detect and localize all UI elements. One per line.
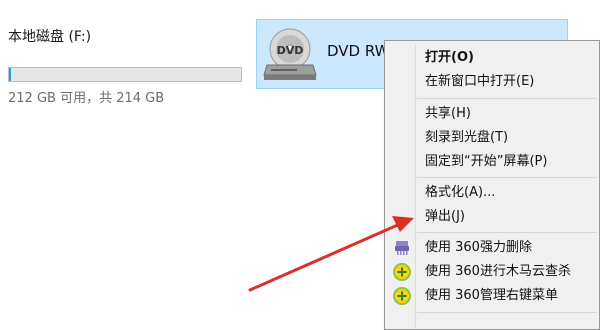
menu-separator (417, 98, 597, 99)
shredder-icon (395, 241, 409, 255)
menu-item-360-trojan-scan[interactable]: 使用 360进行木马云查杀 (387, 261, 599, 283)
menu-item-burn-to-disc[interactable]: 刻录到光盘(T) (387, 127, 599, 149)
menu-item-label: 格式化(A)... (425, 185, 496, 200)
menu-separator (417, 232, 597, 233)
menu-item-label: 使用 360进行木马云查杀 (425, 264, 571, 279)
menu-item-label: 使用 360管理右键菜单 (425, 288, 558, 303)
menu-item-label: 弹出(J) (425, 209, 465, 224)
menu-item-360-force-delete[interactable]: 使用 360强力删除 (387, 237, 599, 259)
menu-item-label: 在新窗口中打开(E) (425, 74, 535, 89)
drive-f-tile[interactable]: 本地磁盘 (F:) 212 GB 可用，共 214 GB (0, 22, 250, 106)
menu-item-open[interactable]: 打开(O) (387, 47, 599, 69)
menu-item-open-new-window[interactable]: 在新窗口中打开(E) (387, 71, 599, 93)
menu-item-label: 打开(O) (425, 50, 474, 65)
menu-item-360-manage-menu[interactable]: 使用 360管理右键菜单 (387, 285, 599, 307)
dvd-drive-icon: DVD (263, 28, 317, 80)
menu-item-pin-to-start[interactable]: 固定到“开始”屏幕(P) (387, 151, 599, 173)
plus-shield-icon (393, 263, 411, 281)
menu-item-label: 刻录到光盘(T) (425, 130, 509, 145)
menu-item-label: 共享(H) (425, 106, 471, 121)
menu-separator (417, 312, 597, 313)
drive-f-usage-fill (9, 68, 12, 81)
menu-item-label: 使用 360强力删除 (425, 240, 532, 255)
menu-item-format[interactable]: 格式化(A)... (387, 182, 599, 204)
menu-separator (417, 177, 597, 178)
dvd-icon-text: DVD (277, 44, 304, 57)
plus-shield-icon (393, 287, 411, 305)
drive-f-name: 本地磁盘 (F:) (8, 29, 92, 45)
context-menu: 打开(O) 在新窗口中打开(E) 共享(H) 刻录到光盘(T) 固定到“开始”屏… (384, 40, 600, 330)
menu-item-eject[interactable]: 弹出(J) (387, 206, 599, 228)
drive-f-usage-bar (8, 67, 242, 82)
drive-dvd-name: DVD RW (327, 42, 390, 60)
menu-item-share[interactable]: 共享(H) (387, 103, 599, 125)
drive-f-size-text: 212 GB 可用，共 214 GB (8, 91, 165, 106)
menu-item-label: 固定到“开始”屏幕(P) (425, 154, 548, 169)
